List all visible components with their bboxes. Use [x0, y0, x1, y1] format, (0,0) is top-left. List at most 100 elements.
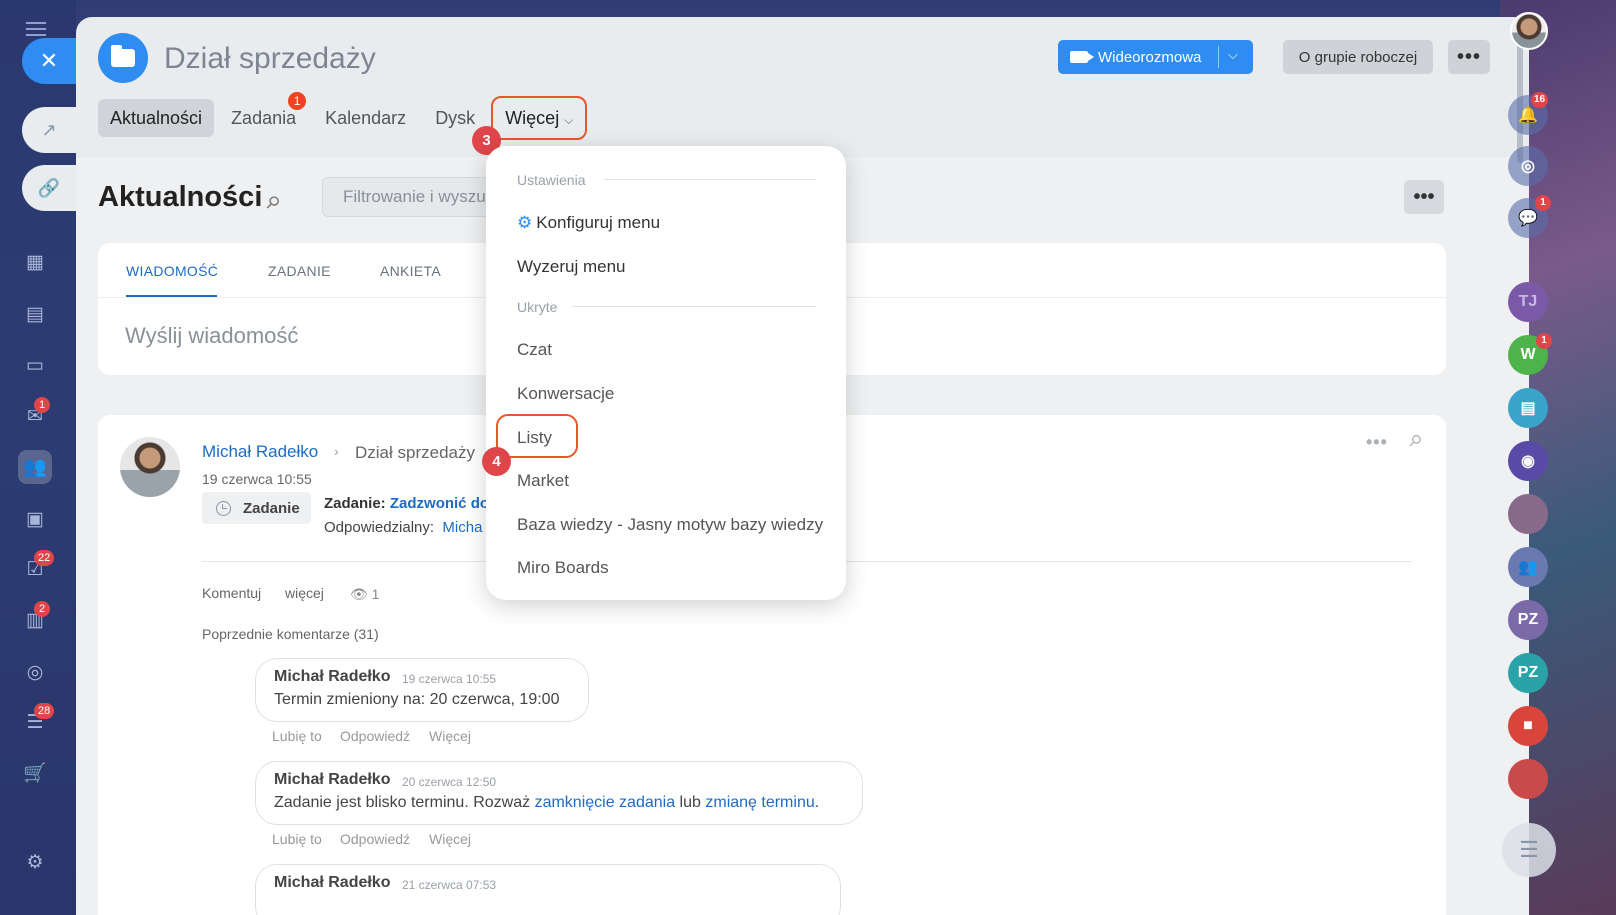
avatar-pz-1[interactable]: PZ	[1508, 600, 1548, 640]
composer-tab-poll[interactable]: ANKIETA	[380, 263, 441, 279]
chevron-down-icon: ⌵	[564, 113, 574, 127]
chat-icon: 💬	[1518, 210, 1538, 227]
post-more-icon[interactable]: •••	[1366, 432, 1388, 453]
user-avatar[interactable]	[1510, 12, 1548, 50]
copilot-icon[interactable]: ◉	[1508, 441, 1548, 481]
messenger-button[interactable]: ☰	[1502, 823, 1556, 877]
close-task-link[interactable]: zamknięcie zadania	[535, 794, 676, 811]
tab-news[interactable]: Aktualności	[98, 99, 215, 137]
avatar[interactable]	[120, 437, 180, 497]
activity-button[interactable]: ◎	[1508, 146, 1548, 186]
cart-icon[interactable]: 🛒	[18, 756, 52, 790]
close-slider-button[interactable]: ✕	[22, 38, 76, 84]
image-avatar[interactable]	[1508, 494, 1548, 534]
post-destination[interactable]: Dział sprzedaży	[355, 443, 475, 463]
change-deadline-link[interactable]: zmianę terminu	[705, 794, 814, 811]
link-icon: 🔗	[37, 177, 61, 198]
feed-more-button[interactable]: •••	[1404, 180, 1444, 214]
tab-calendar[interactable]: Kalendarz	[313, 99, 418, 137]
video-call-button[interactable]: Wideorozmowa ⌵	[1058, 40, 1253, 74]
like-link[interactable]: Lubię to	[272, 728, 322, 744]
bell-icon: 🔔	[1518, 107, 1538, 124]
avatar-ww[interactable]	[1508, 759, 1548, 799]
like-link[interactable]: Lubię to	[272, 831, 322, 847]
board-icon[interactable]: ▣	[18, 502, 52, 536]
avatar-pz-2[interactable]: PZ	[1508, 653, 1548, 693]
comment-author[interactable]: Michał Radełko	[274, 771, 390, 789]
page-title: Dział sprzedaży	[164, 42, 376, 75]
reply-link[interactable]: Odpowiedź	[340, 831, 410, 847]
comment-text: Termin zmieniony na: 20 czerwca, 19:00	[274, 691, 560, 708]
composer-tab-message[interactable]: WIADOMOŚĆ	[126, 263, 218, 279]
notifications-badge: 16	[1531, 92, 1549, 108]
tab-more[interactable]: Więcej ⌵	[491, 96, 588, 140]
calendar-icon[interactable]: ▦	[18, 245, 52, 279]
mail-badge: 1	[34, 397, 50, 413]
highlight-lists	[496, 414, 578, 458]
group-chat-icon[interactable]: ▤	[1508, 388, 1548, 428]
responsible-link[interactable]: Micha	[442, 519, 482, 536]
menu-lines-icon: ☰	[1519, 837, 1539, 862]
comment-link[interactable]: Komentuj	[202, 585, 261, 601]
chat-badge: 1	[1535, 195, 1551, 211]
post-date[interactable]: 19 czerwca 10:55	[202, 471, 312, 487]
comment-more-link[interactable]: Więcej	[429, 728, 471, 744]
menu-item-knowledge-base[interactable]: Baza wiedzy - Jasny motyw bazy wiedzy	[517, 515, 823, 535]
document-icon[interactable]: ▤	[18, 297, 52, 331]
views-counter: 👁 1	[350, 586, 380, 602]
reply-link[interactable]: Odpowiedź	[340, 728, 410, 744]
crm-badge: 2	[34, 601, 50, 617]
comment-date: 19 czerwca 10:55	[402, 672, 497, 686]
step-marker-4: 4	[482, 447, 511, 476]
group-icon[interactable]: 👥	[1508, 547, 1548, 587]
post-author[interactable]: Michał Radełko	[202, 442, 318, 462]
comment-author[interactable]: Michał Radełko	[274, 874, 390, 892]
about-group-button[interactable]: O grupie roboczej	[1283, 40, 1433, 74]
chevron-right-icon: ›	[334, 443, 339, 459]
menu-item-reset[interactable]: Wyzeruj menu	[517, 257, 626, 277]
previous-comments-link[interactable]: Poprzednie komentarze (31)	[202, 626, 379, 642]
storage-icon[interactable]: ▭	[18, 348, 52, 382]
camera-icon	[1070, 51, 1094, 63]
video-call-label: Wideorozmowa	[1098, 48, 1202, 66]
avatar-tj[interactable]: TJ	[1508, 282, 1548, 322]
gear-icon: ⚙	[517, 213, 533, 232]
composer-tab-task[interactable]: ZADANIE	[268, 263, 331, 279]
pin-icon[interactable]: ⚲	[1404, 430, 1426, 452]
hamburger-icon[interactable]	[26, 22, 46, 36]
group-avatar	[98, 33, 148, 83]
comment-author[interactable]: Michał Radełko	[274, 668, 390, 686]
group-tabs: Aktualności Zadania 1 Kalendarz Dysk Więc…	[98, 92, 592, 140]
header-more-button[interactable]: •••	[1448, 40, 1490, 74]
external-link-icon: ↗	[41, 119, 57, 140]
menu-item-conversations[interactable]: Konwersacje	[517, 384, 614, 404]
close-icon: ✕	[39, 48, 59, 73]
menu-item-market[interactable]: Market	[517, 471, 569, 491]
groups-icon[interactable]: 👥	[18, 450, 52, 484]
eye-icon: 👁	[350, 586, 368, 602]
chevron-down-icon[interactable]: ⌵	[1228, 47, 1238, 63]
tasks-tab-badge: 1	[288, 92, 307, 110]
funnel-badge: 28	[34, 703, 55, 719]
message-input[interactable]: Wyślij wiadomość	[125, 323, 298, 349]
comment-more-link[interactable]: Więcej	[429, 831, 471, 847]
menu-item-chat[interactable]: Czat	[517, 340, 552, 360]
tab-tasks[interactable]: Zadania 1	[219, 92, 308, 137]
comment-date: 21 czerwca 07:53	[402, 878, 497, 892]
open-in-new-window-button[interactable]: ↗	[22, 107, 76, 153]
responsible-line: Odpowiedzialny: Micha	[324, 519, 483, 536]
folder-icon	[111, 45, 135, 67]
feed-title: Aktualności	[98, 181, 263, 213]
w-badge: 1	[1536, 333, 1552, 349]
task-link[interactable]: Zadzwonić do	[390, 495, 489, 512]
target-icon[interactable]: ◎	[18, 655, 52, 689]
task-chip: Zadanie	[202, 492, 311, 524]
video-icon[interactable]: ■	[1508, 706, 1548, 746]
menu-item-miro-boards[interactable]: Miro Boards	[517, 558, 609, 578]
clock-icon	[216, 500, 231, 516]
comment-text: Zadanie jest blisko terminu. Rozważ zamk…	[274, 794, 820, 811]
more-link[interactable]: więcej	[285, 585, 324, 601]
settings-icon[interactable]: ⚙	[18, 845, 52, 879]
copy-link-button[interactable]: 🔗	[22, 165, 76, 211]
menu-item-configure[interactable]: ⚙ Konfiguruj menu	[517, 213, 660, 233]
